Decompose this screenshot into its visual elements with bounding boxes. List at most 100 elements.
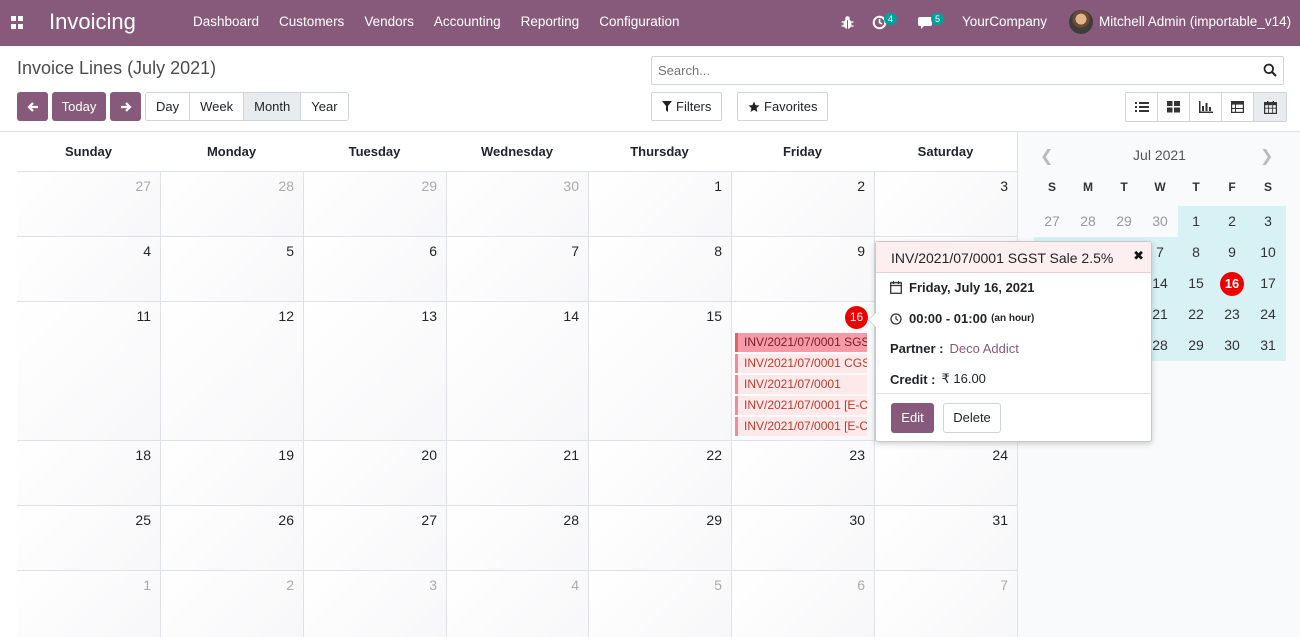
- day-cell[interactable]: 19: [160, 441, 303, 506]
- mini-day[interactable]: 9: [1214, 237, 1250, 268]
- day-cell[interactable]: 22: [588, 441, 731, 506]
- day-cell[interactable]: 20: [303, 441, 446, 506]
- mini-day[interactable]: 3: [1250, 206, 1286, 237]
- list-view-button[interactable]: [1126, 93, 1158, 121]
- day-cell[interactable]: 16 INV/2021/07/0001 SGST Sale 2.5% INV/202…: [731, 302, 874, 441]
- day-cell[interactable]: 21: [446, 441, 588, 506]
- menu-item-reporting[interactable]: Reporting: [511, 14, 590, 29]
- mini-day[interactable]: 29: [1178, 330, 1214, 361]
- day-cell[interactable]: 29: [303, 172, 446, 237]
- day-cell[interactable]: 30: [731, 506, 874, 571]
- day-cell[interactable]: 14: [446, 302, 588, 441]
- mini-day[interactable]: 28: [1070, 206, 1106, 237]
- menu-item-dashboard[interactable]: Dashboard: [183, 14, 269, 29]
- day-cell[interactable]: 18: [17, 441, 160, 506]
- search-icon[interactable]: [1263, 63, 1277, 77]
- today-button[interactable]: Today: [52, 92, 106, 121]
- calendar-event[interactable]: INV/2021/07/0001 SGST Sale 2.5%: [735, 333, 867, 352]
- day-cell[interactable]: 13: [303, 302, 446, 441]
- day-cell[interactable]: 4: [446, 571, 588, 637]
- scale-year-button[interactable]: Year: [301, 93, 348, 120]
- day-header-thursday: Thursday: [630, 144, 689, 159]
- day-cell[interactable]: 3: [303, 571, 446, 637]
- day-cell[interactable]: 27: [303, 506, 446, 571]
- scale-month-button[interactable]: Month: [244, 93, 302, 120]
- user-avatar[interactable]: [1069, 10, 1093, 34]
- day-cell[interactable]: 26: [160, 506, 303, 571]
- calendar-event[interactable]: INV/2021/07/0001 CGST Sale 2.5%: [735, 354, 867, 373]
- partner-link[interactable]: Deco Addict: [949, 341, 1018, 356]
- edit-button[interactable]: Edit: [891, 403, 934, 433]
- mini-day[interactable]: 22: [1178, 299, 1214, 330]
- previous-button[interactable]: [17, 92, 48, 121]
- day-cell[interactable]: 11: [17, 302, 160, 441]
- user-menu[interactable]: Mitchell Admin (importable_v14): [1099, 14, 1291, 29]
- mini-day[interactable]: 10: [1250, 237, 1286, 268]
- day-cell[interactable]: 6: [731, 571, 874, 637]
- scale-day-button[interactable]: Day: [146, 93, 191, 120]
- day-cell[interactable]: 1: [588, 172, 731, 237]
- calendar-event[interactable]: INV/2021/07/0001 [E-COM07]: [735, 396, 867, 415]
- day-cell[interactable]: 27: [17, 172, 160, 237]
- mini-day[interactable]: 1: [1178, 206, 1214, 237]
- day-cell[interactable]: 1: [17, 571, 160, 637]
- day-number: 24: [992, 447, 1008, 463]
- calendar-event[interactable]: INV/2021/07/0001 [E-COM08]: [735, 417, 867, 436]
- day-cell[interactable]: 5: [160, 237, 303, 302]
- day-cell[interactable]: 28: [160, 172, 303, 237]
- day-cell[interactable]: 31: [874, 506, 1017, 571]
- close-icon[interactable]: ✖: [1133, 248, 1144, 264]
- search-input[interactable]: [652, 57, 1242, 84]
- mini-day[interactable]: 30: [1214, 330, 1250, 361]
- day-cell[interactable]: 5: [588, 571, 731, 637]
- menu-item-vendors[interactable]: Vendors: [354, 14, 424, 29]
- day-cell[interactable]: 12: [160, 302, 303, 441]
- day-cell[interactable]: 8: [588, 237, 731, 302]
- mini-day[interactable]: 29: [1106, 206, 1142, 237]
- menu-item-customers[interactable]: Customers: [269, 14, 354, 29]
- mini-day[interactable]: 15: [1178, 268, 1214, 299]
- filters-button[interactable]: Filters: [651, 92, 723, 121]
- pivot-view-button[interactable]: [1222, 93, 1254, 121]
- apps-menu-icon[interactable]: [11, 16, 24, 29]
- kanban-view-button[interactable]: [1158, 93, 1190, 121]
- day-cell[interactable]: 23: [731, 441, 874, 506]
- app-brand[interactable]: Invoicing: [49, 9, 136, 35]
- menu-item-configuration[interactable]: Configuration: [589, 14, 689, 29]
- day-number: 21: [563, 447, 579, 463]
- company-switcher[interactable]: YourCompany: [962, 14, 1047, 29]
- mini-day[interactable]: 24: [1250, 299, 1286, 330]
- day-cell[interactable]: 24: [874, 441, 1017, 506]
- mini-day[interactable]: 16: [1214, 268, 1250, 299]
- day-cell[interactable]: 9: [731, 237, 874, 302]
- mini-day[interactable]: 31: [1250, 330, 1286, 361]
- delete-button[interactable]: Delete: [943, 403, 1001, 433]
- day-cell[interactable]: 3: [874, 172, 1017, 237]
- favorites-button[interactable]: Favorites: [737, 92, 829, 121]
- day-cell[interactable]: 2: [731, 172, 874, 237]
- mini-day[interactable]: 23: [1214, 299, 1250, 330]
- mini-day[interactable]: 8: [1178, 237, 1214, 268]
- day-cell[interactable]: 30: [446, 172, 588, 237]
- scale-week-button[interactable]: Week: [190, 93, 245, 120]
- mini-next-month-icon[interactable]: ❯: [1260, 146, 1273, 166]
- mini-day[interactable]: 17: [1250, 268, 1286, 299]
- mini-day[interactable]: 2: [1214, 206, 1250, 237]
- day-cell[interactable]: 2: [160, 571, 303, 637]
- day-cell[interactable]: 25: [17, 506, 160, 571]
- day-cell[interactable]: 6: [303, 237, 446, 302]
- next-button[interactable]: [110, 92, 141, 121]
- day-cell[interactable]: 7: [446, 237, 588, 302]
- day-cell[interactable]: 15: [588, 302, 731, 441]
- graph-view-button[interactable]: [1190, 93, 1222, 121]
- debug-bug-icon[interactable]: [841, 15, 854, 30]
- day-cell[interactable]: 7: [874, 571, 1017, 637]
- mini-day[interactable]: 30: [1142, 206, 1178, 237]
- calendar-view-button[interactable]: [1254, 93, 1286, 121]
- day-cell[interactable]: 4: [17, 237, 160, 302]
- menu-item-accounting[interactable]: Accounting: [424, 14, 511, 29]
- calendar-event[interactable]: INV/2021/07/0001: [735, 375, 867, 394]
- day-cell[interactable]: 28: [446, 506, 588, 571]
- day-cell[interactable]: 29: [588, 506, 731, 571]
- mini-day[interactable]: 27: [1034, 206, 1070, 237]
